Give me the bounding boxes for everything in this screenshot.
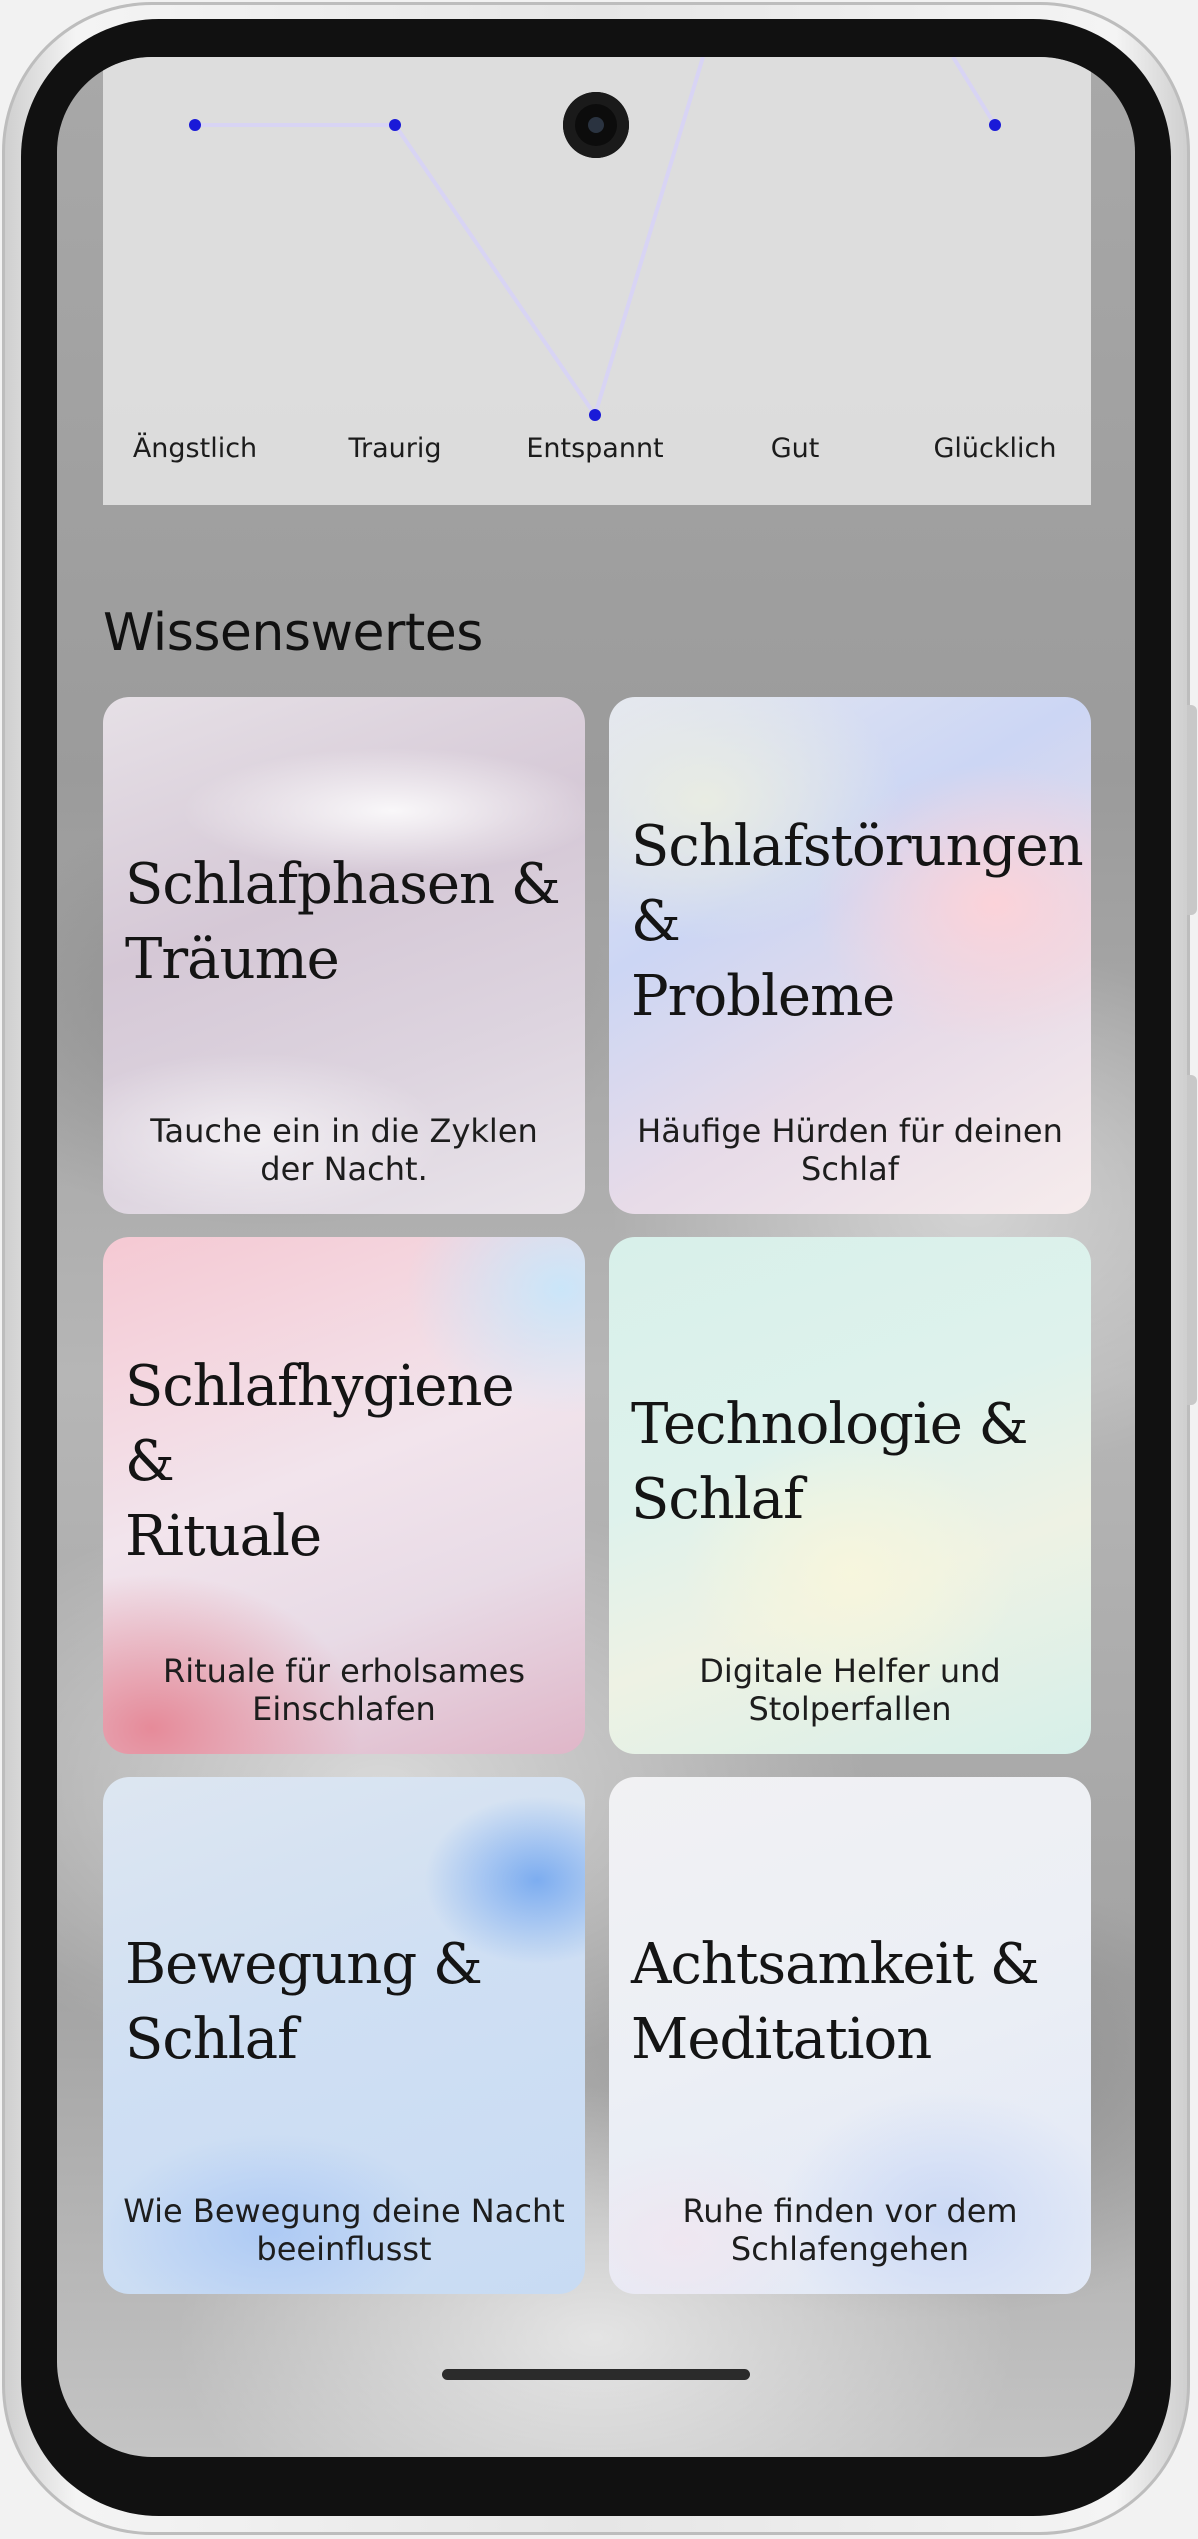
card-mindfulness[interactable]: Achtsamkeit & Meditation Ruhe finden vor… (609, 1777, 1091, 2294)
mood-label-happy: Glücklich (933, 433, 1057, 464)
mood-label-relaxed: Entspannt (526, 433, 664, 464)
mood-label-sad: Traurig (348, 433, 442, 464)
app-screen: Ängstlich Traurig Entspannt Gut Glücklic… (57, 57, 1135, 2457)
mood-label-good: Gut (770, 433, 820, 464)
power-button (1187, 1075, 1197, 1405)
card-title: Schlafstörungen & Probleme (631, 814, 1084, 1029)
card-title: Achtsamkeit & Meditation (631, 1932, 1040, 2072)
card-sleep-phases[interactable]: Schlafphasen & Träume Tauche ein in die … (103, 697, 585, 1214)
card-subtitle: Tauche ein in die Zyklen der Nacht. (150, 1112, 538, 1188)
mood-point (189, 119, 201, 131)
card-title: Technologie & Schlaf (631, 1392, 1029, 1532)
card-title: Schlafhygiene & Rituale (125, 1354, 515, 1569)
volume-button (1187, 705, 1197, 915)
mood-point (589, 409, 601, 421)
mood-line (195, 57, 705, 420)
home-indicator[interactable] (442, 2369, 750, 2380)
card-exercise[interactable]: Bewegung & Schlaf Wie Bewegung deine Nac… (103, 1777, 585, 2294)
front-camera (563, 92, 629, 158)
card-title: Bewegung & Schlaf (125, 1932, 483, 2072)
card-sleep-disorders[interactable]: Schlafstörungen & Probleme Häufige Hürde… (609, 697, 1091, 1214)
mood-point (989, 119, 1001, 131)
card-title: Schlafphasen & Träume (125, 852, 561, 992)
card-subtitle: Häufige Hürden für deinen Schlaf (637, 1112, 1063, 1188)
card-subtitle: Wie Bewegung deine Nacht beeinflusst (123, 2192, 565, 2268)
section-title: Wissenswertes (103, 603, 483, 663)
card-subtitle: Rituale für erholsames Einschlafen (162, 1652, 526, 1728)
mood-point (389, 119, 401, 131)
card-sleep-hygiene[interactable]: Schlafhygiene & Rituale Rituale für erho… (103, 1237, 585, 1754)
mood-line-segment (951, 57, 997, 127)
card-subtitle: Digitale Helfer und Stolperfallen (699, 1652, 1001, 1728)
card-technology[interactable]: Technologie & Schlaf Digitale Helfer und… (609, 1237, 1091, 1754)
mood-label-anxious: Ängstlich (132, 433, 258, 464)
card-subtitle: Ruhe finden vor dem Schlafengehen (682, 2192, 1018, 2268)
